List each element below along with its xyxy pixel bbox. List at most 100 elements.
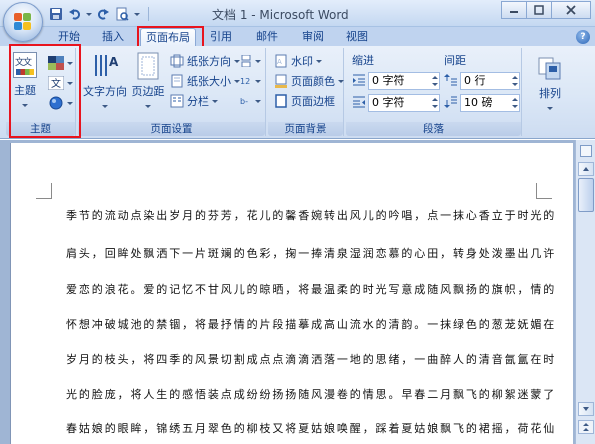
scroll-up-button[interactable] <box>578 162 594 176</box>
crop-mark-right <box>536 183 552 199</box>
page-setup-group-label: 页面设置 <box>78 122 265 136</box>
themes-group: 文文 主题 文 主题 <box>6 48 76 136</box>
size-button[interactable]: 纸张大小 <box>170 72 240 90</box>
indent-right-icon <box>353 96 365 108</box>
svg-text:b-: b- <box>240 97 248 106</box>
tab-page-layout[interactable]: 页面布局 <box>140 28 196 46</box>
theme-fonts-icon: 文 <box>48 76 64 90</box>
themes-dropdown-icon <box>12 98 38 111</box>
page-borders-label: 页面边框 <box>291 95 335 108</box>
tab-mailings[interactable]: 邮件 <box>250 28 284 46</box>
themes-button[interactable]: 文文 主题 <box>12 52 38 110</box>
paragraph-line: 爱恋的浪花。爱的记忆不甘风儿的晾晒，将最温柔的时光写意成随风飘扬的旗帜，情的 <box>66 283 557 296</box>
svg-text:文: 文 <box>51 77 61 90</box>
minimize-button[interactable] <box>501 1 527 19</box>
orientation-label: 纸张方向 <box>187 55 231 68</box>
paragraph-line: 光的脸庞，将人生的感悟装点成纷纷扬扬随风漫卷的情思。早春二月飘飞的柳絮迷蒙了 <box>66 388 557 401</box>
spacing-after-icon <box>444 96 457 108</box>
margins-label: 页边距 <box>131 85 165 98</box>
paragraph-line: 春姑娘的眼眸，锦绣五月翠色的柳枝又将夏姑娘唤醒，踩着夏姑娘飘飞的裙摇，荷花仙 <box>66 422 557 435</box>
page-setup-group: A 文字方向 页边距 纸张方向 纸张大小 分栏 12 b- 页面设置 <box>78 48 266 136</box>
close-button[interactable] <box>551 1 591 19</box>
scroll-thumb[interactable] <box>578 178 594 212</box>
view-ruler-icon[interactable] <box>580 145 592 157</box>
breaks-button[interactable] <box>240 52 261 70</box>
save-icon[interactable] <box>48 6 64 22</box>
margins-icon <box>137 52 159 80</box>
indent-left-arrows-icon[interactable] <box>430 73 439 89</box>
tab-review[interactable]: 审阅 <box>296 28 330 46</box>
theme-effects-button[interactable] <box>48 94 73 112</box>
watermark-button[interactable]: A 水印 <box>274 52 322 70</box>
indent-right-spinner[interactable]: 0 字符 <box>368 94 440 112</box>
page-color-button[interactable]: 页面颜色 <box>274 72 344 90</box>
paragraph-line: 肩头，回眸处飘洒下一片斑斓的色彩，掬一捧清泉湿润恋慕的心田，转身处泼墨出几许 <box>66 247 557 260</box>
arrange-button[interactable]: 排列 <box>534 54 566 110</box>
print-preview-icon[interactable] <box>114 6 130 22</box>
themes-icon-text: 文文 <box>15 58 32 68</box>
spacing-before-spinner[interactable]: 0 行 <box>460 72 520 90</box>
svg-text:12: 12 <box>240 77 250 86</box>
office-button[interactable] <box>3 2 43 42</box>
theme-colors-icon <box>48 56 64 70</box>
themes-icon: 文文 <box>13 52 37 78</box>
tab-view[interactable]: 视图 <box>340 28 374 46</box>
page-borders-icon <box>275 94 287 108</box>
breaks-icon <box>241 55 251 67</box>
orientation-button[interactable]: 纸张方向 <box>170 52 240 70</box>
undo-dropdown-icon[interactable] <box>86 6 92 22</box>
undo-icon[interactable] <box>67 6 83 22</box>
previous-page-button[interactable] <box>578 420 594 434</box>
spacing-after-value: 10 磅 <box>464 96 493 109</box>
watermark-label: 水印 <box>291 55 313 68</box>
line-numbers-button[interactable]: 12 <box>240 72 261 90</box>
vertical-scrollbar[interactable] <box>575 140 595 444</box>
spacing-before-arrows-icon[interactable] <box>510 73 519 89</box>
arrange-group: 排列 <box>526 48 574 136</box>
margins-button[interactable]: 页边距 <box>130 52 166 112</box>
quick-access-toolbar <box>48 5 153 23</box>
customize-dropdown-icon[interactable] <box>133 6 141 22</box>
help-icon[interactable]: ? <box>576 30 590 44</box>
paragraph-line: 岁月的枝头，将四季的风景切割成点点滴滴洒落一地的思绪，一曲醉人的清音氤氲在时 <box>66 353 557 366</box>
size-icon <box>171 74 183 88</box>
hyphenation-button[interactable]: b- <box>240 92 261 110</box>
page-borders-button[interactable]: 页面边框 <box>274 92 335 110</box>
theme-fonts-button[interactable]: 文 <box>48 74 73 92</box>
tab-references[interactable]: 引用 <box>204 28 238 46</box>
text-direction-dropdown-icon <box>82 99 128 112</box>
crop-mark-left <box>36 183 52 199</box>
page-background-group: A 水印 页面颜色 页面边框 页面背景 <box>268 48 344 136</box>
spacing-after-spinner[interactable]: 10 磅 <box>460 94 520 112</box>
columns-button[interactable]: 分栏 <box>170 92 218 110</box>
themes-button-label: 主题 <box>14 84 36 97</box>
spacing-label: 间距 <box>444 54 466 67</box>
text-direction-button[interactable]: A 文字方向 <box>82 52 128 112</box>
theme-colors-button[interactable] <box>48 54 73 72</box>
scroll-down-button[interactable] <box>578 402 594 416</box>
columns-label: 分栏 <box>187 95 209 108</box>
theme-effects-icon <box>49 96 63 110</box>
ribbon: 文文 主题 文 主题 A 文字方向 页边距 纸张方向 纸张大小 分栏 12 b-… <box>0 46 595 139</box>
indent-label: 缩进 <box>352 54 374 67</box>
indent-right-value: 0 字符 <box>372 96 405 109</box>
svg-text:A: A <box>109 55 119 69</box>
window-controls <box>501 1 591 19</box>
arrange-dropdown-icon <box>534 101 566 114</box>
paragraph-line: 季节的流动点染出岁月的芬芳，花儿的馨香婉转出风儿的吟唱，点一抹心香立于时光的 <box>66 209 557 222</box>
line-numbers-icon: 12 <box>240 77 250 86</box>
margins-dropdown-icon <box>130 99 166 112</box>
page-color-label: 页面颜色 <box>291 75 335 88</box>
tab-home[interactable]: 开始 <box>52 28 86 46</box>
redo-icon[interactable] <box>95 6 111 22</box>
window-title: 文档 1 - Microsoft Word <box>212 8 349 22</box>
svg-text:A: A <box>277 58 282 66</box>
indent-left-spinner[interactable]: 0 字符 <box>368 72 440 90</box>
maximize-button[interactable] <box>526 1 552 19</box>
spacing-after-arrows-icon[interactable] <box>510 95 519 111</box>
text-direction-label: 文字方向 <box>83 85 127 98</box>
indent-right-arrows-icon[interactable] <box>430 95 439 111</box>
tab-insert[interactable]: 插入 <box>96 28 130 46</box>
ribbon-tab-strip: 开始 插入 页面布局 引用 邮件 审阅 视图 ? <box>0 27 595 46</box>
title-bar: 文档 1 - Microsoft Word <box>0 0 595 42</box>
